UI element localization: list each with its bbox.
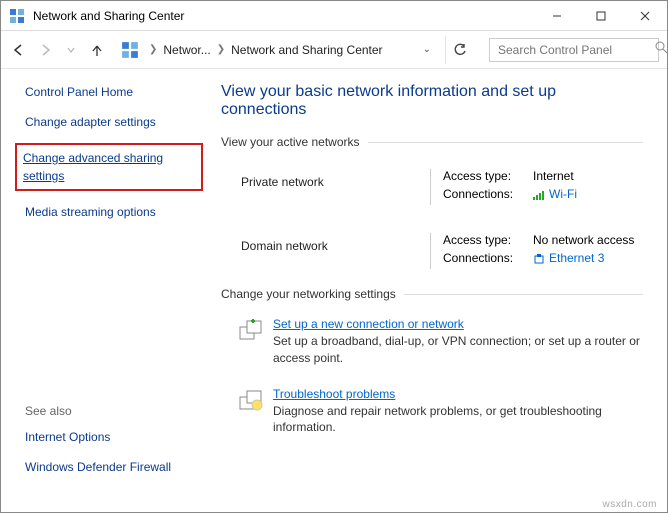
network-row: Domain network Access type:No network ac… bbox=[221, 223, 643, 287]
watermark: wsxdn.com bbox=[602, 499, 657, 510]
up-button[interactable] bbox=[87, 40, 107, 60]
app-icon bbox=[9, 8, 25, 24]
wifi-link[interactable]: Wi-Fi bbox=[549, 187, 577, 201]
chevron-right-icon: ❯ bbox=[149, 44, 157, 55]
chevron-down-icon[interactable]: ⌄ bbox=[423, 44, 431, 55]
wifi-icon bbox=[533, 189, 545, 201]
troubleshoot-link[interactable]: Troubleshoot problems bbox=[273, 387, 643, 401]
forward-button[interactable] bbox=[35, 40, 55, 60]
breadcrumb-item[interactable]: Network and Sharing Center bbox=[231, 43, 382, 57]
search-box[interactable] bbox=[489, 38, 659, 62]
control-panel-home-link[interactable]: Control Panel Home bbox=[25, 85, 199, 99]
setup-connection-desc: Set up a broadband, dial-up, or VPN conn… bbox=[273, 333, 643, 367]
access-type-value: No network access bbox=[533, 233, 643, 247]
access-type-label: Access type: bbox=[443, 233, 533, 247]
see-also-label: See also bbox=[25, 404, 199, 418]
search-icon[interactable] bbox=[655, 41, 668, 59]
change-advanced-sharing-link[interactable]: Change advanced sharing settings bbox=[15, 143, 203, 191]
toolbar: ❯ Networ... ❯ Network and Sharing Center… bbox=[1, 31, 667, 69]
breadcrumb-icon bbox=[121, 41, 139, 59]
minimize-button[interactable] bbox=[535, 1, 579, 30]
sidebar: Control Panel Home Change adapter settin… bbox=[1, 69, 211, 498]
setup-connection-icon bbox=[237, 317, 265, 345]
window: Network and Sharing Center ❯ Networ... ❯… bbox=[0, 0, 668, 513]
troubleshoot-desc: Diagnose and repair network problems, or… bbox=[273, 403, 643, 437]
connections-label: Connections: bbox=[443, 187, 533, 201]
chevron-right-icon: ❯ bbox=[217, 44, 225, 55]
active-networks-label: View your active networks bbox=[221, 135, 643, 149]
change-settings-label: Change your networking settings bbox=[221, 287, 643, 301]
network-name: Domain network bbox=[241, 233, 418, 269]
titlebar: Network and Sharing Center bbox=[1, 1, 667, 31]
ethernet-icon bbox=[533, 253, 545, 265]
back-button[interactable] bbox=[9, 40, 29, 60]
internet-options-link[interactable]: Internet Options bbox=[25, 428, 199, 446]
page-title: View your basic network information and … bbox=[221, 83, 643, 119]
breadcrumb[interactable]: ❯ Networ... ❯ Network and Sharing Center… bbox=[149, 43, 439, 57]
connections-label: Connections: bbox=[443, 251, 533, 265]
main-content: View your basic network information and … bbox=[211, 69, 667, 498]
access-type-label: Access type: bbox=[443, 169, 533, 183]
network-name: Private network bbox=[241, 169, 418, 205]
maximize-button[interactable] bbox=[579, 1, 623, 30]
access-type-value: Internet bbox=[533, 169, 643, 183]
setup-connection-item: Set up a new connection or network Set u… bbox=[221, 311, 643, 381]
window-title: Network and Sharing Center bbox=[33, 9, 535, 23]
breadcrumb-item[interactable]: Networ... bbox=[163, 43, 210, 57]
close-button[interactable] bbox=[623, 1, 667, 30]
troubleshoot-item: Troubleshoot problems Diagnose and repai… bbox=[221, 381, 643, 451]
media-streaming-link[interactable]: Media streaming options bbox=[25, 203, 199, 221]
network-row: Private network Access type:Internet Con… bbox=[221, 159, 643, 223]
firewall-link[interactable]: Windows Defender Firewall bbox=[25, 458, 199, 476]
setup-connection-link[interactable]: Set up a new connection or network bbox=[273, 317, 643, 331]
ethernet-link[interactable]: Ethernet 3 bbox=[549, 251, 604, 265]
search-input[interactable] bbox=[496, 42, 655, 58]
change-adapter-link[interactable]: Change adapter settings bbox=[25, 113, 199, 131]
recent-dropdown[interactable] bbox=[61, 40, 81, 60]
refresh-button[interactable] bbox=[445, 36, 473, 64]
troubleshoot-icon bbox=[237, 387, 265, 415]
